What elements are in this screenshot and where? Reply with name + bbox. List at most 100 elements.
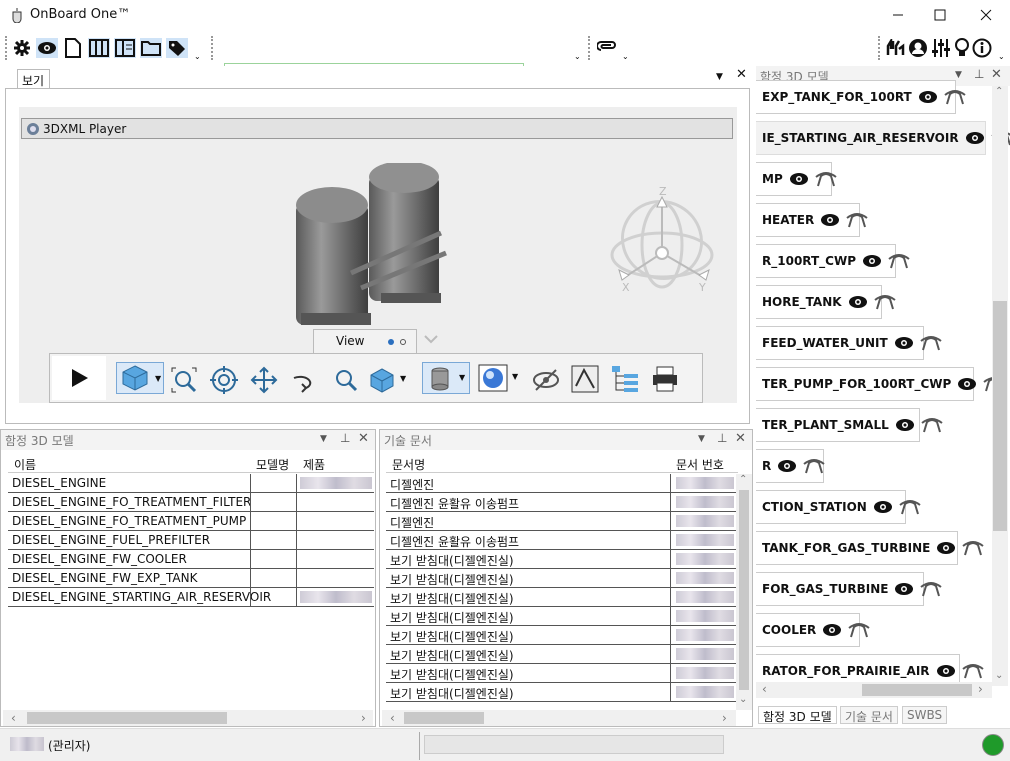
eye-icon[interactable] (936, 541, 956, 555)
minimize-button[interactable] (886, 6, 910, 24)
maximize-button[interactable] (928, 6, 952, 24)
doc-pane-pin-icon[interactable]: ⊥ (717, 431, 727, 445)
sliders-icon[interactable] (930, 38, 952, 58)
columns-icon[interactable] (88, 38, 110, 58)
info-icon[interactable] (971, 38, 993, 58)
table-row[interactable]: 보기 받침대(디젤엔진실) (386, 588, 736, 607)
locate-part-icon[interactable] (962, 540, 984, 556)
eye-icon[interactable] (894, 582, 914, 596)
document-icon[interactable] (62, 38, 84, 58)
locate-part-icon[interactable] (803, 458, 825, 474)
tab-3d-model[interactable]: 함정 3D 모델 (758, 706, 837, 724)
hands-icon[interactable] (884, 38, 906, 58)
view-panel-tab[interactable]: View (313, 329, 417, 353)
locate-part-icon[interactable] (888, 253, 910, 269)
right-scroll-right-icon[interactable]: › (978, 682, 983, 696)
table-row[interactable]: DIESEL_ENGINE_FO_TREATMENT_FILTER (8, 493, 374, 512)
table-row[interactable]: 보기 받침대(디젤엔진실) (386, 550, 736, 569)
rotate-icon[interactable] (290, 366, 318, 394)
right-pane-pin-icon[interactable]: ⊥ (974, 67, 984, 81)
table-row[interactable]: 디젤엔진 (386, 512, 736, 531)
table-row[interactable]: 보기 받침대(디젤엔진실) (386, 683, 736, 702)
eye-icon[interactable] (777, 459, 797, 473)
list-item[interactable]: IE_STARTING_AIR_RESERVOIR (756, 121, 1010, 155)
table-row[interactable]: DIESEL_ENGINE_STARTING_AIR_RESERVOIR (8, 588, 374, 607)
list-item[interactable]: TANK_FOR_GAS_TURBINE (756, 531, 984, 565)
list-item[interactable]: R_100RT_CWP (756, 244, 910, 278)
locate-part-icon[interactable] (873, 294, 896, 310)
eye-icon[interactable] (918, 90, 938, 104)
list-item[interactable]: MP (756, 162, 837, 196)
table-row[interactable]: 보기 받침대(디젤엔진실) (386, 664, 736, 683)
user-account-icon[interactable] (907, 38, 929, 58)
doc-vscroll-thumb[interactable] (739, 490, 749, 690)
hide-eye-icon[interactable] (532, 366, 560, 394)
target-center-icon[interactable] (210, 366, 238, 394)
viewer-tab[interactable]: 보기 (17, 69, 50, 88)
product-tree-icon[interactable] (610, 364, 642, 394)
doc-scroll-down-icon[interactable]: ⌄ (739, 694, 747, 705)
eye-icon[interactable] (862, 254, 882, 268)
doc-pane-close-icon[interactable]: ✕ (735, 431, 746, 446)
model-col-name[interactable]: 이름 (14, 456, 36, 473)
help-overflow-icon[interactable]: ⌄ (998, 52, 1005, 61)
locate-part-icon[interactable] (899, 499, 921, 515)
doc-col-number[interactable]: 문서 번호 (676, 456, 724, 473)
locate-part-icon[interactable] (921, 417, 943, 433)
list-item[interactable]: HEATER (756, 203, 868, 237)
zoom-fit-icon[interactable] (170, 366, 198, 394)
locate-part-icon[interactable] (846, 212, 868, 228)
doc-hscroll-thumb[interactable] (404, 712, 484, 724)
eye-icon[interactable] (820, 213, 840, 227)
list-item[interactable]: R (756, 449, 825, 483)
list-item[interactable]: CTION_STATION (756, 490, 921, 524)
section-cut-icon[interactable] (570, 364, 600, 394)
list-item[interactable]: COOLER (756, 613, 870, 647)
model-pane-pin-icon[interactable]: ⊥ (340, 431, 350, 445)
table-row[interactable]: 디젤엔진 (386, 474, 736, 493)
table-row[interactable]: DIESEL_ENGINE (8, 474, 374, 493)
model-hscroll[interactable]: ‹ › (3, 710, 373, 726)
viewer-close-icon[interactable]: ✕ (736, 67, 747, 82)
paperclip-icon[interactable] (596, 38, 619, 58)
eye-icon[interactable] (936, 664, 956, 678)
viewer-dropdown-icon[interactable]: ▼ (716, 72, 723, 82)
eye-icon[interactable] (822, 623, 842, 637)
eye-icon[interactable] (895, 418, 915, 432)
model-hscroll-thumb[interactable] (27, 712, 227, 724)
locate-part-icon[interactable] (961, 663, 984, 679)
right-pane-dropdown-icon[interactable]: ▼ (955, 70, 962, 80)
table-row[interactable]: DIESEL_ENGINE_FO_TREATMENT_PUMP (8, 512, 374, 531)
explode-cube-icon[interactable]: ▼ (368, 366, 410, 394)
print-icon[interactable] (650, 364, 680, 394)
eye-icon[interactable] (965, 131, 985, 145)
search-overflow-icon[interactable]: ⌄ (574, 52, 581, 61)
right-vscroll-thumb[interactable] (993, 301, 1007, 531)
list-item[interactable]: TER_PLANT_SMALL (756, 408, 943, 442)
right-pane-close-icon[interactable]: ✕ (991, 67, 1002, 82)
eye-icon[interactable] (848, 295, 868, 309)
list-item[interactable]: FEED_WATER_UNIT (756, 326, 942, 360)
view-page-dot-active[interactable] (388, 339, 394, 345)
list-item[interactable]: EXP_TANK_FOR_100RT (756, 80, 966, 114)
table-row[interactable]: 디젤엔진 윤활유 이송펌프 (386, 493, 736, 512)
eye-icon[interactable] (36, 38, 58, 58)
eye-icon[interactable] (873, 500, 893, 514)
table-row[interactable]: 보기 받침대(디젤엔진실) (386, 645, 736, 664)
scroll-left-icon[interactable]: ‹ (11, 711, 16, 725)
doc-vscroll[interactable]: ⌃ ⌄ (736, 474, 752, 710)
table-row[interactable]: 보기 받침대(디젤엔진실) (386, 626, 736, 645)
list-item[interactable]: FOR_GAS_TURBINE (756, 572, 943, 606)
folder-icon[interactable] (140, 38, 162, 58)
table-row[interactable]: 디젤엔진 윤활유 이송펌프 (386, 531, 736, 550)
panel-layout-icon[interactable] (114, 38, 136, 58)
scroll-right-icon[interactable]: › (361, 711, 366, 725)
doc-hscroll[interactable]: ‹ › (382, 710, 736, 726)
doc-col-name[interactable]: 문서명 (392, 456, 425, 473)
lightbulb-icon[interactable] (951, 38, 973, 58)
doc-pane-dropdown-icon[interactable]: ▼ (698, 434, 705, 444)
axis-gizmo[interactable]: Z X Y (607, 185, 717, 295)
locate-part-icon[interactable] (920, 581, 943, 597)
right-hscroll[interactable]: ‹ › (756, 682, 992, 698)
lighting-sphere-icon[interactable]: ▼ (478, 364, 524, 394)
